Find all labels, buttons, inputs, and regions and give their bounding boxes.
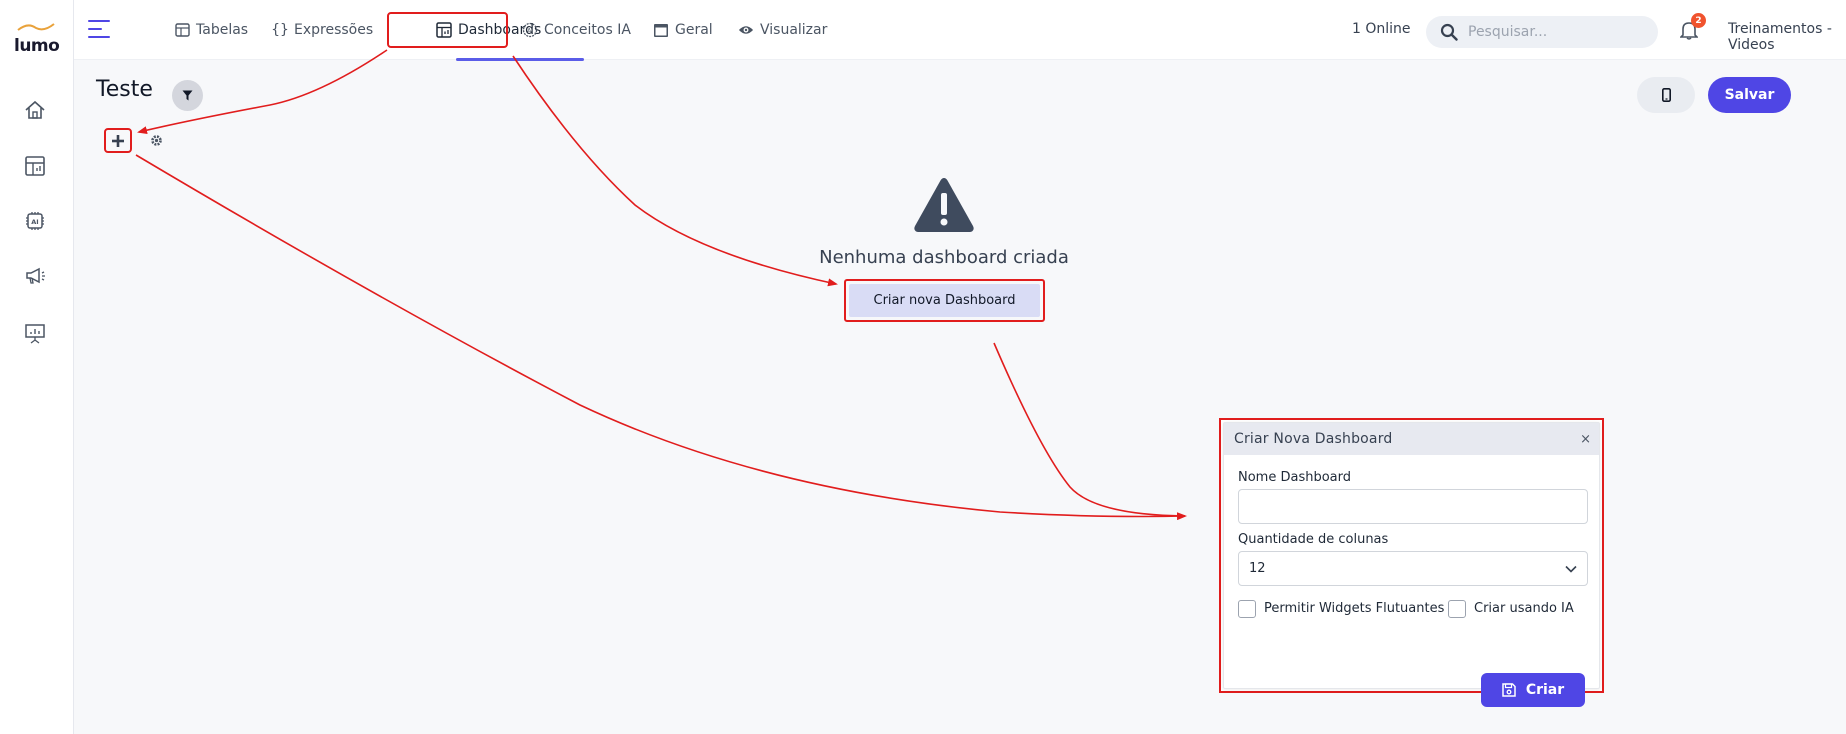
- create-dashboard-highlight: Criar nova Dashboard: [844, 279, 1045, 322]
- tab-tabelas[interactable]: Tabelas: [174, 0, 248, 60]
- modal-title: Criar Nova Dashboard: [1234, 431, 1393, 447]
- dashboard-name-label: Nome Dashboard: [1238, 470, 1352, 485]
- mobile-view-button[interactable]: [1637, 77, 1695, 113]
- menu-toggle-icon[interactable]: [88, 20, 112, 40]
- svg-text:AI: AI: [31, 218, 38, 226]
- table-icon: [174, 22, 190, 38]
- tab-conceitos-ia[interactable]: AI Conceitos IA: [522, 0, 631, 60]
- eye-icon: [738, 22, 754, 38]
- home-icon: [25, 100, 45, 119]
- logo-text: lumo: [14, 36, 60, 56]
- settings-button[interactable]: [148, 132, 164, 148]
- chevron-down-icon: [1565, 565, 1577, 573]
- save-button[interactable]: Salvar: [1708, 77, 1791, 113]
- left-sidebar: lumo AI: [0, 0, 74, 734]
- table-chart-icon: [25, 156, 45, 176]
- criar-button-label: Criar: [1525, 682, 1565, 698]
- modal-panel: Criar Nova Dashboard × Nome Dashboard Qu…: [1223, 422, 1600, 707]
- sidebar-ai-button[interactable]: AI: [21, 207, 49, 235]
- user-menu[interactable]: Treinamentos - Videos: [1728, 21, 1846, 53]
- search-input[interactable]: [1468, 24, 1638, 40]
- tab-tabelas-label: Tabelas: [196, 22, 249, 38]
- sidebar-home-button[interactable]: [21, 96, 49, 124]
- close-icon[interactable]: ×: [1580, 432, 1591, 447]
- add-widget-button[interactable]: [104, 128, 132, 153]
- tab-visualizar[interactable]: Visualizar: [738, 0, 827, 60]
- search-icon: [1440, 23, 1458, 41]
- columns-selected-value: 12: [1249, 561, 1266, 576]
- arrow-plus-to-modal: [135, 154, 1187, 521]
- create-dashboard-button[interactable]: Criar nova Dashboard: [849, 284, 1040, 317]
- top-bar: Tabelas {} Expressões Dashboards AI Conc…: [74, 0, 1846, 61]
- tab-conceitos-ia-label: Conceitos IA: [544, 22, 631, 38]
- online-status: 1 Online: [1352, 21, 1411, 37]
- criar-button[interactable]: Criar: [1481, 673, 1585, 707]
- modal-header: Criar Nova Dashboard ×: [1224, 423, 1599, 455]
- sidebar-tables-button[interactable]: [21, 152, 49, 180]
- columns-label: Quantidade de colunas: [1238, 532, 1389, 547]
- ai-chip-icon: AI: [26, 212, 44, 230]
- empty-state-message: Nenhuma dashboard criada: [819, 247, 1069, 268]
- tab-expressoes[interactable]: {} Expressões: [271, 0, 374, 60]
- active-tab-indicator: [456, 58, 584, 61]
- floating-widgets-label: Permitir Widgets Flutuantes: [1264, 601, 1445, 616]
- dashboard-icon: [436, 22, 452, 38]
- page-title: Teste: [96, 77, 153, 102]
- mobile-phone-icon: [1661, 88, 1671, 102]
- megaphone-icon: [26, 267, 45, 284]
- tab-geral[interactable]: Geral: [653, 0, 713, 60]
- create-dashboard-modal: Criar Nova Dashboard × Nome Dashboard Qu…: [1219, 418, 1604, 707]
- columns-select[interactable]: 12: [1238, 551, 1588, 586]
- app-logo[interactable]: lumo: [14, 23, 60, 56]
- notification-badge: 2: [1691, 13, 1706, 28]
- create-with-ai-checkbox[interactable]: [1448, 600, 1466, 618]
- svg-text:AI: AI: [527, 28, 533, 35]
- ai-icon: AI: [522, 22, 538, 38]
- save-disk-icon: [1502, 683, 1516, 697]
- tab-geral-label: Geral: [675, 22, 713, 38]
- sidebar-presentation-button[interactable]: [21, 319, 49, 347]
- search-box[interactable]: [1426, 16, 1658, 48]
- warning-icon: [914, 178, 974, 232]
- create-with-ai-label: Criar usando IA: [1474, 601, 1574, 616]
- presentation-icon: [25, 324, 45, 344]
- arrow-create-to-modal: [993, 342, 1186, 517]
- tab-visualizar-label: Visualizar: [760, 22, 828, 38]
- floating-widgets-checkbox[interactable]: [1238, 600, 1256, 618]
- notifications-button[interactable]: 2: [1679, 13, 1706, 42]
- braces-icon: {}: [271, 22, 289, 38]
- tab-expressoes-label: Expressões: [294, 22, 374, 38]
- filter-button[interactable]: [172, 80, 203, 111]
- window-icon: [653, 22, 669, 38]
- gear-icon: [150, 134, 162, 146]
- filter-icon: [182, 90, 193, 101]
- dashboard-name-input[interactable]: [1238, 489, 1588, 524]
- plus-icon: [112, 134, 124, 147]
